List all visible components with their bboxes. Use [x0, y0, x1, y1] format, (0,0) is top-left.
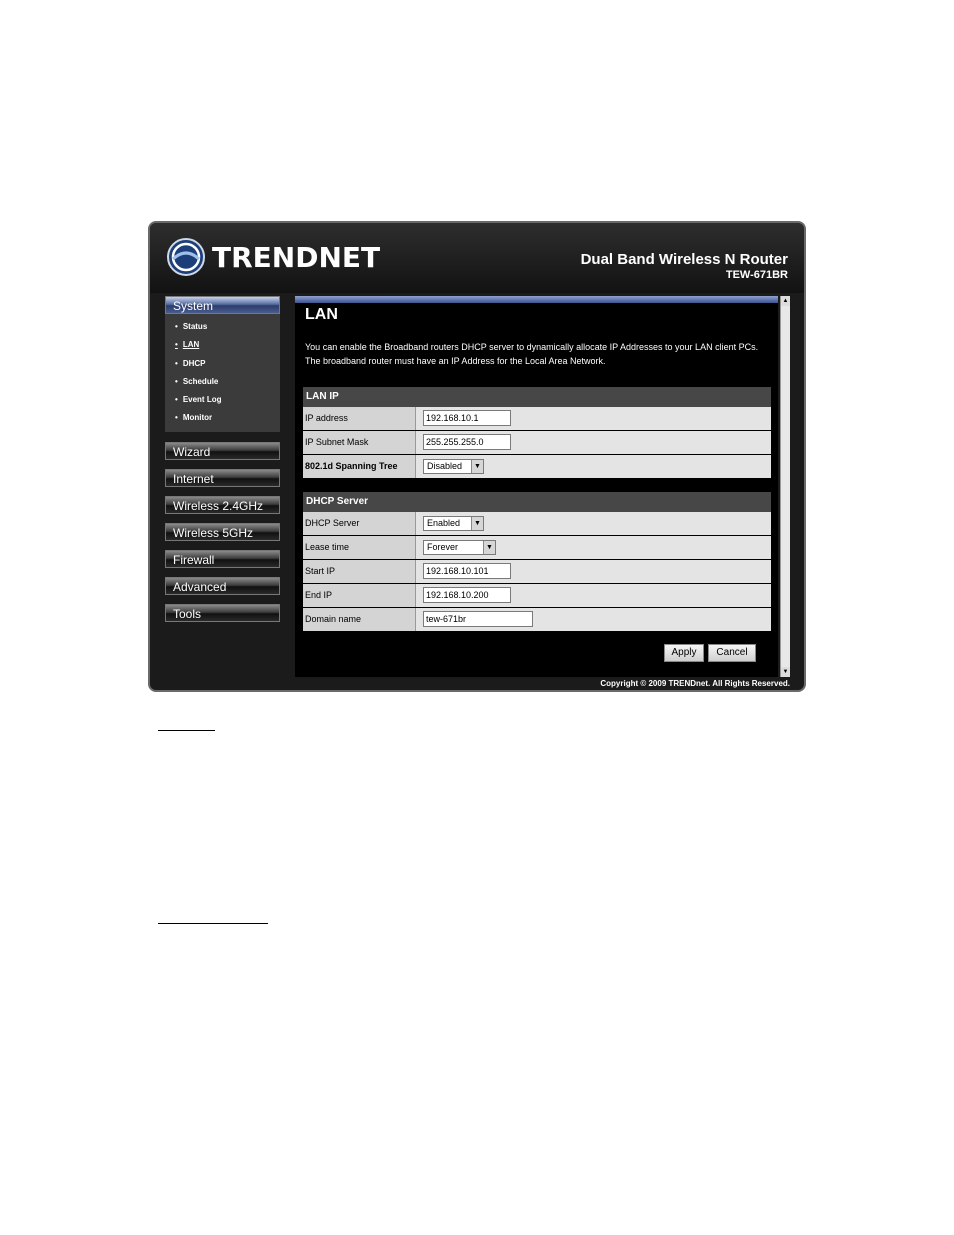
submenu-dhcp[interactable]: • DHCP	[175, 355, 280, 373]
ip-address-label: IP address	[303, 407, 416, 430]
dropdown-arrow-icon: ▼	[471, 460, 483, 473]
domain-name-input[interactable]: tew-671br	[423, 611, 533, 627]
lease-time-label: Lease time	[303, 536, 416, 559]
row-domain-name: Domain name tew-671br	[303, 608, 771, 632]
menu-advanced[interactable]: Advanced	[165, 576, 280, 595]
scroll-up-icon[interactable]: ▲	[781, 296, 790, 306]
dhcp-server-section: DHCP Server DHCP Server Enabled ▼ Lease t…	[303, 492, 771, 632]
product-name: Dual Band Wireless N Router	[580, 251, 788, 268]
lease-time-select[interactable]: Forever ▼	[423, 540, 496, 555]
start-ip-label: Start IP	[303, 560, 416, 583]
menu-internet[interactable]: Internet	[165, 468, 280, 487]
sidebar: System • Status • LAN • DHCP • Schedule • Eve…	[165, 296, 282, 631]
router-admin-window: TRENDNET Dual Band Wireless N Router TEW…	[148, 221, 806, 692]
menu-system[interactable]: System	[165, 296, 280, 314]
underline-divider	[158, 923, 268, 924]
ip-address-input[interactable]: 192.168.10.1	[423, 410, 511, 426]
spanning-tree-select[interactable]: Disabled ▼	[423, 459, 484, 474]
content-panel: LAN You can enable the Broadband routers…	[295, 296, 778, 677]
submenu-status[interactable]: • Status	[175, 318, 280, 336]
submenu-monitor[interactable]: • Monitor	[175, 409, 280, 427]
submenu-schedule[interactable]: • Schedule	[175, 373, 280, 391]
submenu-event-log[interactable]: • Event Log	[175, 391, 280, 409]
row-spanning-tree: 802.1d Spanning Tree Disabled ▼	[303, 455, 771, 479]
dropdown-arrow-icon: ▼	[471, 517, 483, 530]
lan-ip-section: LAN IP IP address 192.168.10.1 IP Subnet…	[303, 387, 771, 479]
subnet-mask-label: IP Subnet Mask	[303, 431, 416, 454]
apply-button[interactable]: Apply	[664, 644, 704, 662]
menu-wireless-24ghz[interactable]: Wireless 2.4GHz	[165, 495, 280, 514]
product-info: Dual Band Wireless N Router TEW-671BR	[581, 251, 788, 281]
page-title: LAN	[305, 306, 338, 323]
end-ip-label: End IP	[303, 584, 416, 607]
row-subnet-mask: IP Subnet Mask 255.255.255.0	[303, 431, 771, 455]
domain-name-label: Domain name	[303, 608, 416, 631]
header: TRENDNET Dual Band Wireless N Router TEW…	[150, 223, 804, 293]
dropdown-arrow-icon: ▼	[483, 541, 495, 554]
copyright-text: Copyright © 2009 TRENDnet. All Rights Re…	[600, 679, 790, 688]
row-lease-time: Lease time Forever ▼	[303, 536, 771, 560]
row-start-ip: Start IP 192.168.10.101	[303, 560, 771, 584]
page-description: You can enable the Broadband routers DHC…	[305, 342, 759, 366]
trendnet-logo: TRENDNET	[166, 237, 380, 277]
dhcp-server-label: DHCP Server	[303, 512, 416, 535]
system-submenu: • Status • LAN • DHCP • Schedule • Event Log …	[165, 314, 280, 432]
start-ip-input[interactable]: 192.168.10.101	[423, 563, 511, 579]
spanning-tree-label: 802.1d Spanning Tree	[303, 455, 416, 478]
menu-wireless-5ghz[interactable]: Wireless 5GHz	[165, 522, 280, 541]
row-dhcp-server: DHCP Server Enabled ▼	[303, 512, 771, 536]
end-ip-input[interactable]: 192.168.10.200	[423, 587, 511, 603]
lan-ip-heading: LAN IP	[303, 387, 771, 407]
menu-firewall[interactable]: Firewall	[165, 549, 280, 568]
submenu-lan[interactable]: • LAN	[175, 336, 280, 354]
trendnet-logo-icon	[167, 238, 205, 276]
menu-wizard[interactable]: Wizard	[165, 441, 280, 460]
row-end-ip: End IP 192.168.10.200	[303, 584, 771, 608]
subnet-mask-input[interactable]: 255.255.255.0	[423, 434, 511, 450]
row-ip-address: IP address 192.168.10.1	[303, 407, 771, 431]
dhcp-heading: DHCP Server	[303, 492, 771, 512]
underline-divider	[158, 730, 215, 731]
content-scrollbar[interactable]: ▲ ▼	[780, 296, 790, 677]
cancel-button[interactable]: Cancel	[708, 644, 756, 662]
logo-text: TRENDNET	[212, 240, 381, 274]
product-model: TEW-671BR	[725, 269, 788, 281]
menu-tools[interactable]: Tools	[165, 603, 280, 622]
dhcp-server-select[interactable]: Enabled ▼	[423, 516, 484, 531]
scroll-down-icon[interactable]: ▼	[781, 667, 790, 677]
content-title-bar	[295, 296, 778, 303]
